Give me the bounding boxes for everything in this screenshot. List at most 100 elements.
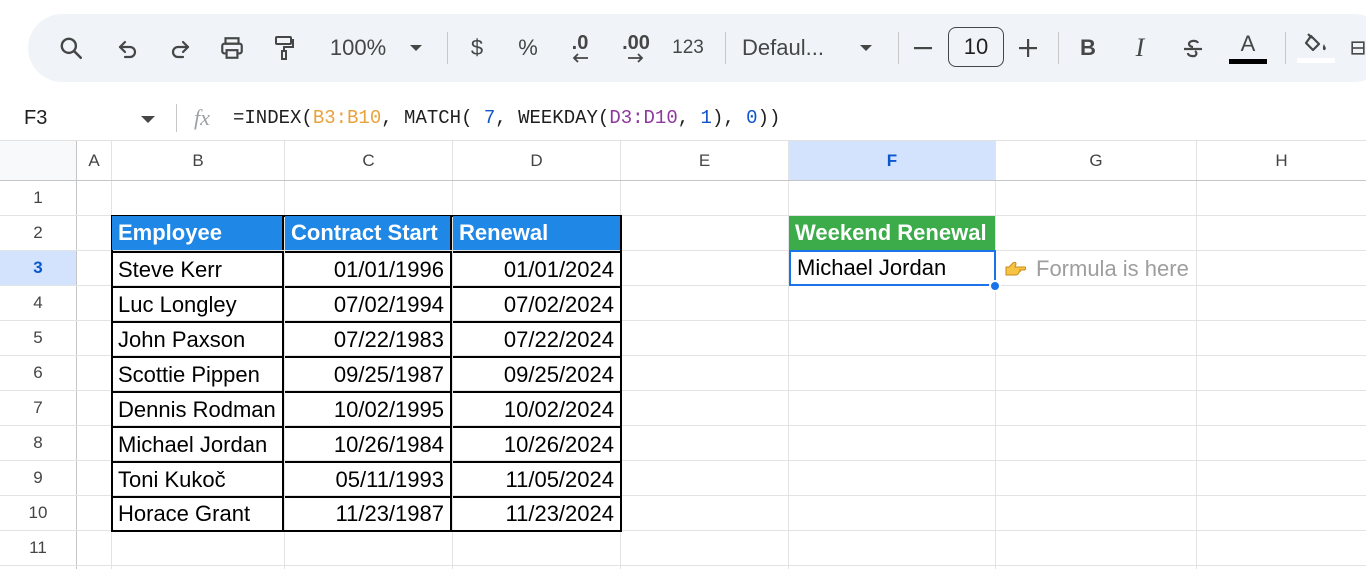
column-header-h[interactable]: H [1197,141,1366,180]
zoom-select[interactable]: 100% [318,14,398,82]
minus-icon [914,47,932,50]
fx-icon: fx [194,96,210,140]
table-cell-employee[interactable]: Horace Grant [112,496,284,530]
name-box-chevron-down-icon[interactable] [140,112,156,130]
column-header-e[interactable]: E [621,141,788,180]
table-cell-contract-start[interactable]: 07/22/1983 [285,321,452,356]
cell-value: 10/26/2024 [503,431,614,457]
cell-value: 10/26/1984 [333,431,444,457]
formula-text: , [677,107,701,129]
table-cell-contract-start[interactable]: 10/26/1984 [285,426,452,461]
table-cell-renewal[interactable]: 09/25/2024 [453,356,620,391]
text-color-button[interactable]: A [1228,14,1268,82]
table-cell-renewal[interactable]: 10/26/2024 [453,426,620,461]
table-cell-renewal[interactable]: 07/22/2024 [453,321,620,356]
toolbar: 100% $ % .0 .00 123 Defaul... 10 B I A [0,0,1366,96]
row-header-6[interactable]: 6 [0,356,76,390]
name-box[interactable]: F3 [24,96,47,140]
row-label: 1 [33,188,43,207]
cell-value: John Paxson [118,326,246,352]
column-label: E [698,150,711,170]
table-cell-contract-start[interactable]: 07/02/1994 [285,286,452,321]
font-select[interactable]: Defaul... [742,14,842,82]
row-header-4[interactable]: 4 [0,286,76,320]
table-cell-renewal[interactable]: 01/01/2024 [453,251,620,286]
result-header[interactable]: Weekend Renewal [789,216,995,250]
redo-icon[interactable] [162,14,198,82]
zoom-chevron-down-icon[interactable] [402,14,430,82]
toolbar-divider [1058,32,1059,64]
table-cell-contract-start[interactable]: 05/11/1993 [285,461,452,496]
column-header-c[interactable]: C [285,141,452,180]
row-header-5[interactable]: 5 [0,321,76,355]
decrease-decimal-button[interactable]: .0 [560,14,600,82]
row-label: 11 [29,538,47,557]
bold-button[interactable]: B [1072,14,1104,82]
table-cell-employee[interactable]: John Paxson [112,321,284,356]
row-header-8[interactable]: 8 [0,426,76,460]
row-header-3[interactable]: 3 [0,251,76,285]
row-header-11[interactable]: 11 [0,531,76,565]
font-size-input[interactable]: 10 [948,27,1004,67]
undo-icon[interactable] [110,14,146,82]
table-cell-renewal[interactable]: 11/05/2024 [453,461,620,496]
paint-format-icon[interactable] [266,14,302,82]
cell-value: 10/02/1995 [333,396,444,422]
column-header-g[interactable]: G [996,141,1196,180]
row-header-10[interactable]: 10 [0,496,76,530]
fill-color-swatch [1297,58,1335,63]
currency-button[interactable]: $ [460,14,494,82]
fill-color-icon[interactable] [1296,14,1336,82]
borders-icon[interactable] [1350,14,1366,82]
column-header-a[interactable]: A [77,141,111,180]
row-header-9[interactable]: 9 [0,461,76,495]
table-cell-contract-start[interactable]: 01/01/1996 [285,251,452,286]
column-header-d[interactable]: D [453,141,620,180]
column-header-b[interactable]: B [112,141,284,180]
table-cell-employee[interactable]: Toni Kukoč [112,461,284,496]
percent-button[interactable]: % [511,14,545,82]
cell-value: 07/22/1983 [333,326,444,352]
table-cell-contract-start[interactable]: 09/25/1987 [285,356,452,391]
increase-font-size-button[interactable] [1014,14,1042,82]
font-chevron-down-icon[interactable] [852,14,880,82]
table-cell-employee[interactable]: Steve Kerr [112,251,284,286]
row-header-2[interactable]: 2 [0,216,76,250]
table-cell-contract-start[interactable]: 11/23/1987 [285,496,452,530]
arrow-left-icon [572,53,588,63]
cell-reference: F3 [24,106,48,129]
table-header-employee[interactable]: Employee [112,216,284,250]
column-label: B [192,150,204,170]
table-header-renewal[interactable]: Renewal [453,216,620,250]
cell-value: 07/22/2024 [503,326,614,352]
table-cell-employee[interactable]: Michael Jordan [112,426,284,461]
table-cell-renewal[interactable]: 11/23/2024 [453,496,620,530]
print-icon[interactable] [214,14,250,82]
table-cell-renewal[interactable]: 10/02/2024 [453,391,620,426]
formula-range-d: D3:D10 [609,107,678,129]
row-header-1[interactable]: 1 [0,181,76,215]
select-all-corner[interactable] [0,141,76,180]
table-cell-renewal[interactable]: 07/02/2024 [453,286,620,321]
result-cell-selected[interactable]: Michael Jordan [789,250,996,286]
search-icon[interactable] [52,14,90,82]
table-header-contract-start[interactable]: Contract Start [285,216,452,250]
table-cell-employee[interactable]: Scottie Pippen [112,356,284,391]
number-format-button[interactable]: 123 [668,14,708,82]
toolbar-divider [725,32,726,64]
formula-input[interactable]: =INDEX(B3:B10, MATCH( 7, WEEKDAY(D3:D10,… [233,96,780,140]
fill-handle[interactable] [989,280,1001,292]
column-header-f[interactable]: F [789,141,995,180]
table-cell-employee[interactable]: Luc Longley [112,286,284,321]
italic-button[interactable]: I [1124,14,1156,82]
table-cell-contract-start[interactable]: 10/02/1995 [285,391,452,426]
increase-decimal-button[interactable]: .00 [614,14,658,82]
formula-note: Formula is here [1004,251,1189,286]
row-header-7[interactable]: 7 [0,391,76,425]
column-label: H [1275,150,1288,170]
decrease-font-size-button[interactable] [910,14,936,82]
percent-label: % [518,35,538,60]
table-cell-employee[interactable]: Dennis Rodman [112,391,284,426]
strikethrough-icon[interactable] [1176,14,1210,82]
row-label: 8 [33,433,43,452]
